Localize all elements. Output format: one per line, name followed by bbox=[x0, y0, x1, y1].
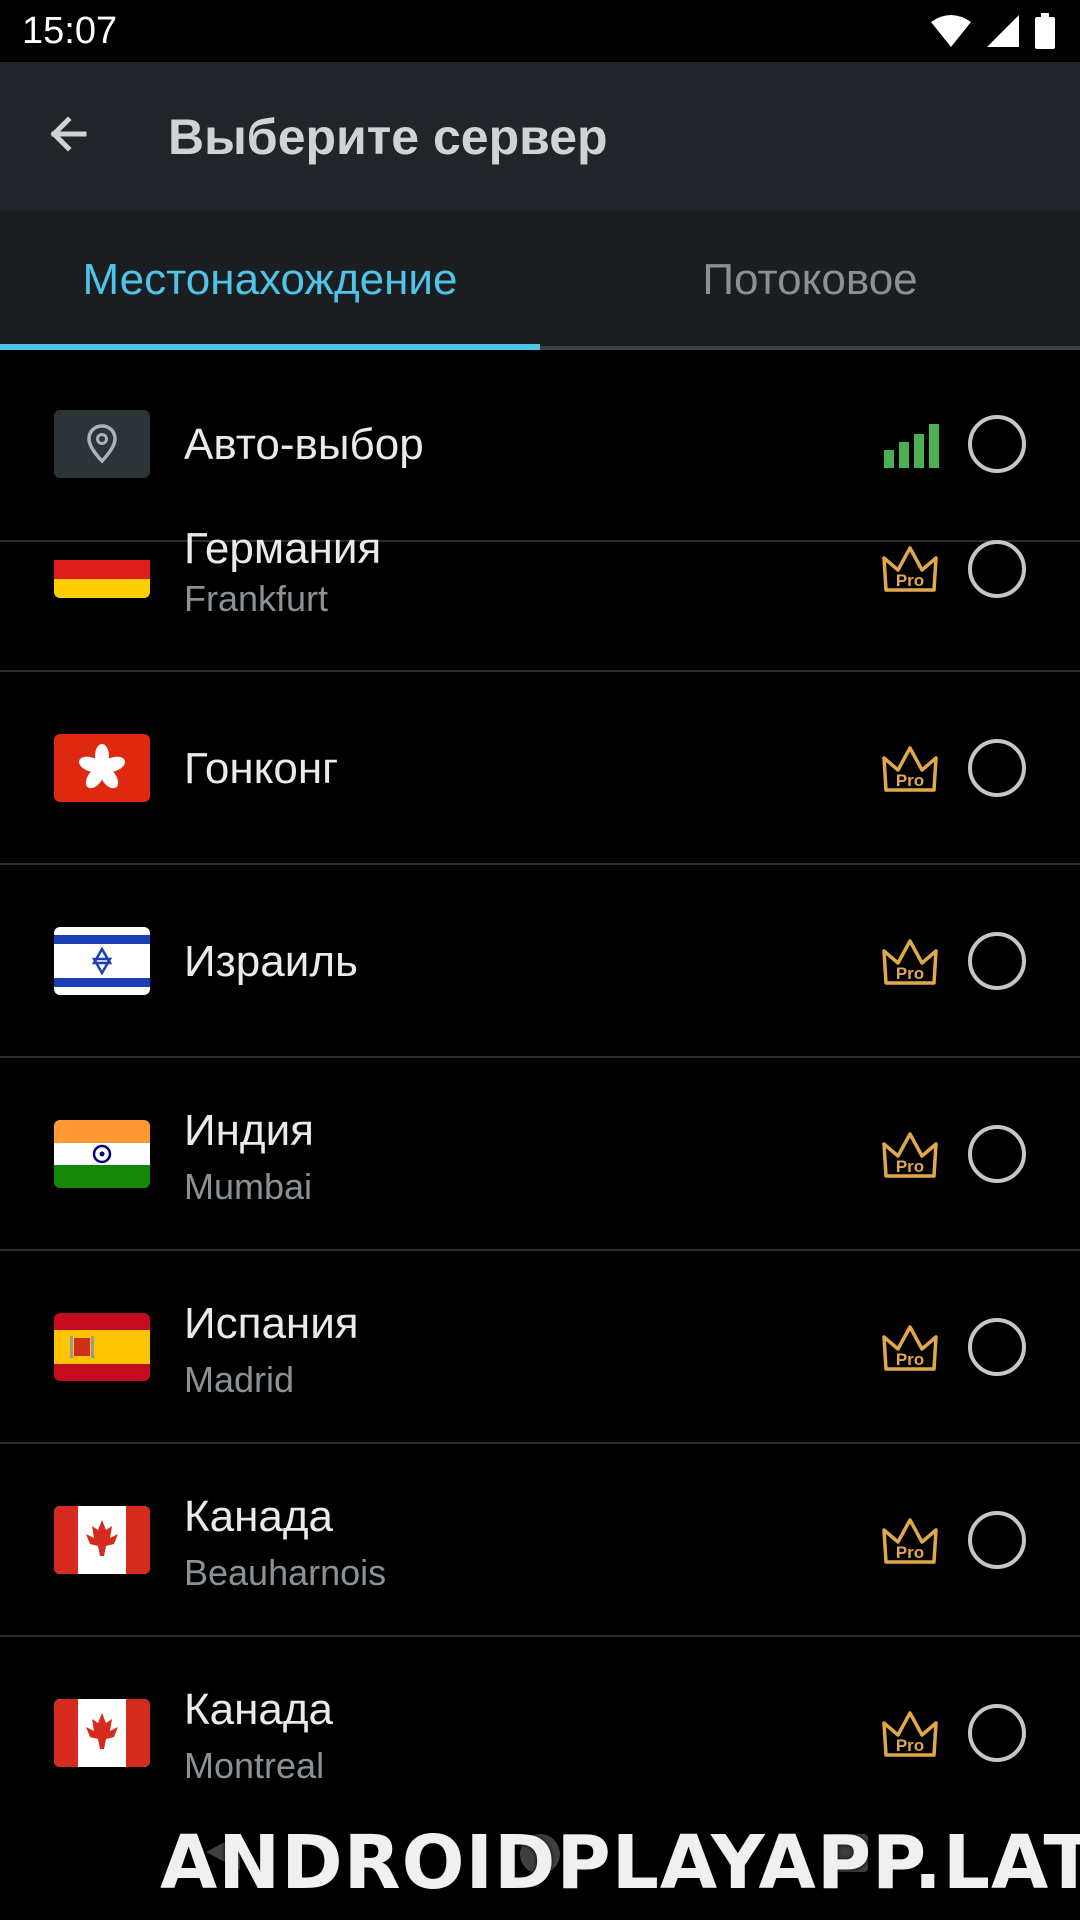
watermark: ANDROIDPLAYAPP.LAT bbox=[160, 1820, 1080, 1906]
server-name: Канада bbox=[184, 1685, 334, 1734]
server-city: Montreal bbox=[184, 1745, 325, 1786]
battery-icon bbox=[1035, 13, 1055, 49]
pro-crown-icon: Pro bbox=[882, 746, 938, 792]
pro-label: Pro bbox=[896, 1736, 924, 1755]
pro-crown-icon: Pro bbox=[882, 1711, 938, 1757]
server-city: Beauharnois bbox=[184, 1552, 387, 1593]
server-city: Madrid bbox=[184, 1359, 295, 1400]
server-radio[interactable] bbox=[968, 415, 1026, 473]
server-name: Канада bbox=[184, 1492, 334, 1541]
arrow-back-icon bbox=[50, 116, 87, 152]
server-row-auto[interactable]: Авто-выбор bbox=[0, 350, 1080, 542]
server-radio[interactable] bbox=[968, 739, 1026, 797]
server-name: Авто-выбор bbox=[184, 420, 424, 469]
israel-flag-icon bbox=[54, 927, 150, 995]
server-row[interactable]: Германия Frankfurt Pro bbox=[0, 524, 1080, 672]
server-radio[interactable] bbox=[968, 1511, 1026, 1569]
tab-location[interactable]: Местонахождение bbox=[0, 210, 540, 350]
pro-crown-icon: Pro bbox=[882, 1325, 938, 1371]
server-row[interactable]: Канада Beauharnois Pro bbox=[0, 1444, 1080, 1637]
canada-flag-icon bbox=[54, 1699, 150, 1767]
status-bar: 15:07 bbox=[0, 0, 1080, 62]
back-button[interactable] bbox=[36, 102, 100, 166]
server-city: Mumbai bbox=[184, 1166, 313, 1207]
server-name: Гонконг bbox=[184, 744, 339, 793]
server-list: Авто-выбор Германия Frankfurt Pro Гонкон… bbox=[0, 350, 1080, 1920]
hong-kong-flag-icon bbox=[54, 734, 150, 802]
status-icons bbox=[930, 13, 1056, 49]
pro-crown-icon: Pro bbox=[882, 939, 938, 985]
server-row[interactable]: Индия Mumbai Pro bbox=[0, 1058, 1080, 1251]
india-flag-icon bbox=[54, 1120, 150, 1188]
server-radio[interactable] bbox=[968, 540, 1026, 598]
server-radio[interactable] bbox=[968, 1318, 1026, 1376]
pro-crown-icon: Pro bbox=[882, 1132, 938, 1178]
spain-flag-icon bbox=[54, 1313, 150, 1381]
tab-streaming[interactable]: Потоковое bbox=[540, 210, 1080, 350]
pro-label: Pro bbox=[896, 964, 924, 983]
server-city: Frankfurt bbox=[184, 578, 329, 619]
pro-label: Pro bbox=[896, 771, 924, 790]
server-radio[interactable] bbox=[968, 932, 1026, 990]
server-name: Израиль bbox=[184, 937, 358, 986]
server-row[interactable]: Испания Madrid Pro bbox=[0, 1251, 1080, 1444]
server-name: Германия bbox=[184, 524, 382, 573]
pro-crown-icon: Pro bbox=[882, 1518, 938, 1564]
wifi-icon bbox=[931, 15, 971, 47]
pro-label: Pro bbox=[896, 571, 924, 590]
server-row[interactable]: Канада Montreal Pro bbox=[0, 1637, 1080, 1830]
server-radio[interactable] bbox=[968, 1704, 1026, 1762]
server-name: Испания bbox=[184, 1299, 359, 1348]
server-row[interactable]: Гонконг Pro bbox=[0, 672, 1080, 865]
signal-strength-icon bbox=[884, 424, 939, 468]
tab-bar: Местонахождение Потоковое bbox=[0, 210, 1080, 350]
cell-signal-icon bbox=[987, 15, 1019, 47]
app-toolbar: Выберите сервер bbox=[0, 62, 1080, 210]
status-time: 15:07 bbox=[22, 10, 118, 52]
server-row[interactable]: Израиль Pro bbox=[0, 865, 1080, 1058]
server-name: Индия bbox=[184, 1106, 315, 1155]
pro-crown-icon: Pro bbox=[882, 546, 938, 592]
location-pin-icon bbox=[87, 424, 117, 464]
pro-label: Pro bbox=[896, 1543, 924, 1562]
page-title: Выберите сервер bbox=[168, 109, 608, 165]
auto-location-badge bbox=[54, 410, 150, 478]
canada-flag-icon bbox=[54, 1506, 150, 1574]
germany-flag-icon bbox=[54, 542, 150, 598]
pro-label: Pro bbox=[896, 1157, 924, 1176]
server-radio[interactable] bbox=[968, 1125, 1026, 1183]
pro-label: Pro bbox=[896, 1350, 924, 1369]
